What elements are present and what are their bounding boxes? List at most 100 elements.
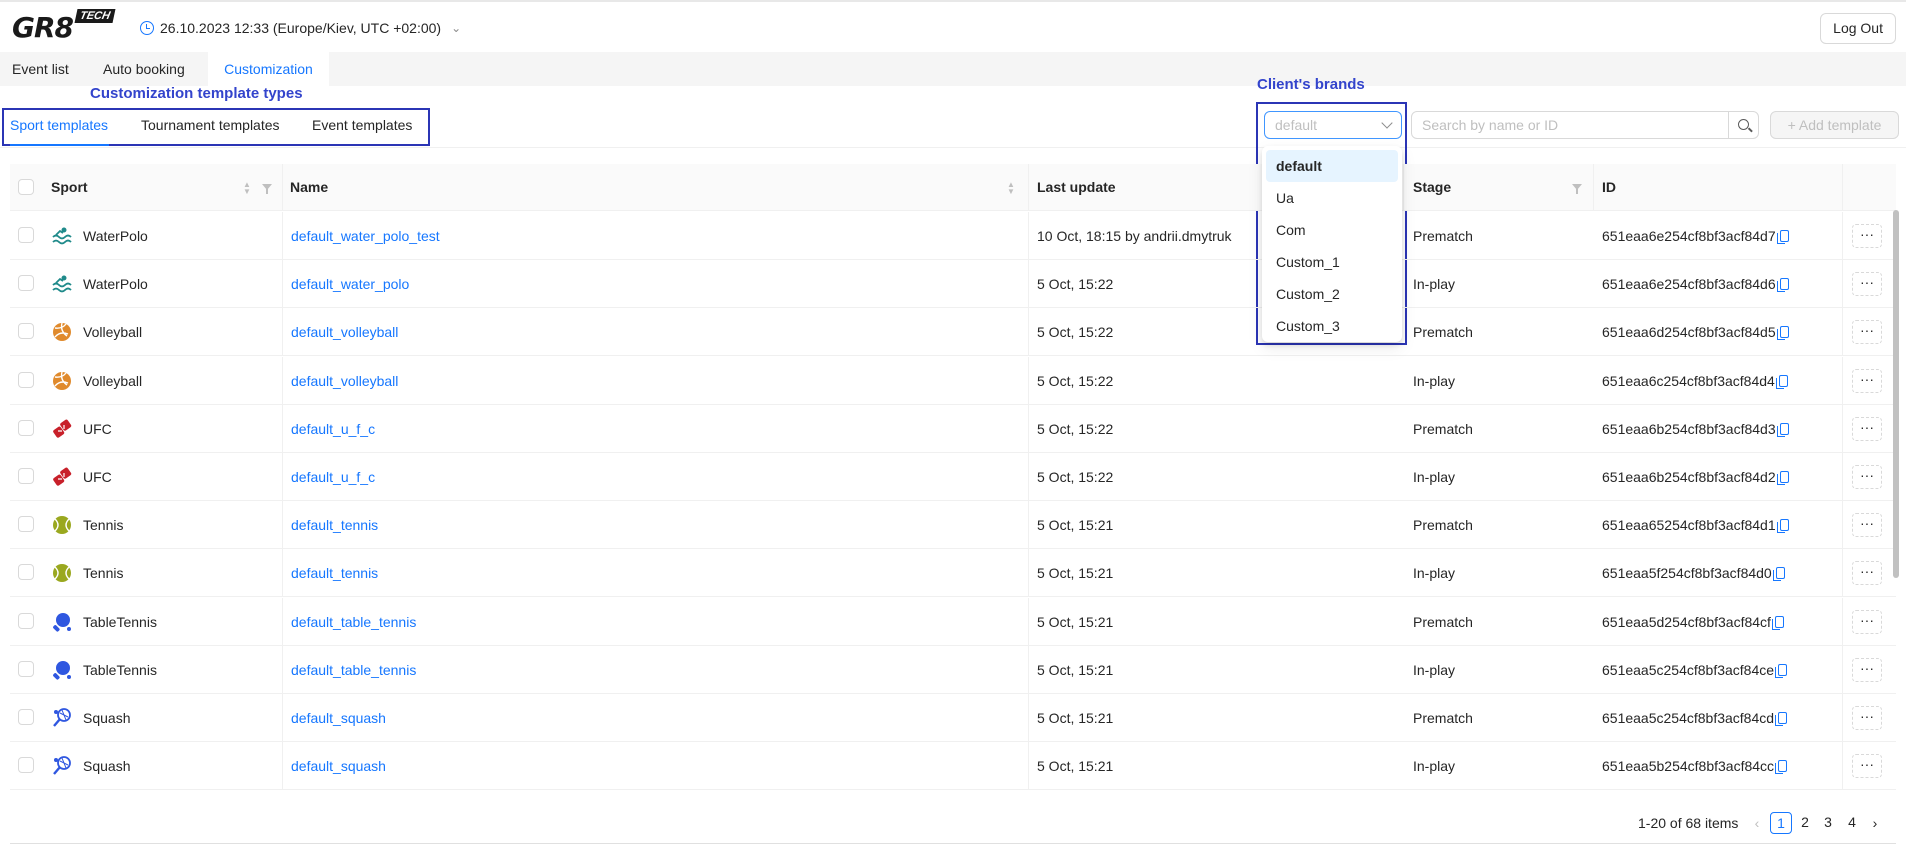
- row-checkbox[interactable]: [18, 757, 34, 774]
- page-1[interactable]: 1: [1770, 812, 1792, 834]
- table-row[interactable]: Volleyball default_volleyball 5 Oct, 15:22…: [10, 308, 1896, 357]
- table-row[interactable]: UFC default_u_f_c 5 Oct, 15:22 Prematch 651e…: [10, 404, 1896, 453]
- page-4[interactable]: 4: [1841, 812, 1863, 834]
- template-name-link[interactable]: default_tennis: [291, 501, 378, 549]
- id-text: 651eaa6c254cf8bf3acf84d4: [1602, 372, 1775, 389]
- brand-select[interactable]: default: [1264, 111, 1402, 139]
- column-separator: [282, 694, 283, 742]
- row-actions-button[interactable]: ···: [1852, 609, 1882, 634]
- template-name-link[interactable]: default_squash: [291, 742, 386, 790]
- table-row[interactable]: WaterPolo default_water_polo_test 10 Oct, …: [10, 212, 1896, 260]
- copy-icon[interactable]: [1776, 278, 1789, 293]
- copy-icon[interactable]: [1776, 326, 1789, 341]
- table-row[interactable]: UFC default_u_f_c 5 Oct, 15:22 In-play 651ea…: [10, 453, 1896, 501]
- table-row[interactable]: WaterPolo default_water_polo 5 Oct, 15:22 I…: [10, 260, 1896, 309]
- column-header-sport[interactable]: Sport: [51, 164, 88, 211]
- row-checkbox[interactable]: [18, 227, 34, 243]
- copy-icon[interactable]: [1772, 567, 1785, 582]
- template-name-link[interactable]: default_squash: [291, 694, 386, 742]
- table-row[interactable]: Squash default_squash 5 Oct, 15:21 Prematch…: [10, 694, 1896, 742]
- id-text: 651eaa65254cf8bf3acf84d1: [1602, 517, 1776, 534]
- sort-icon[interactable]: ▲ ▼: [243, 181, 251, 196]
- tab-customization[interactable]: Customization: [208, 52, 329, 86]
- copy-icon[interactable]: [1775, 760, 1788, 775]
- brand-option-com[interactable]: Com: [1266, 214, 1398, 246]
- column-header-name[interactable]: Name: [290, 164, 328, 211]
- template-name-link[interactable]: default_u_f_c: [291, 405, 375, 453]
- column-header-stage[interactable]: Stage: [1413, 164, 1451, 211]
- copy-icon[interactable]: [1775, 663, 1788, 678]
- row-checkbox[interactable]: [18, 564, 34, 581]
- page-2[interactable]: 2: [1794, 812, 1816, 834]
- brand-option-ua[interactable]: Ua: [1266, 182, 1398, 214]
- copy-icon[interactable]: [1776, 519, 1789, 534]
- row-actions-button[interactable]: ···: [1852, 706, 1882, 730]
- row-actions-button[interactable]: ···: [1852, 416, 1882, 441]
- row-checkbox[interactable]: [18, 709, 34, 725]
- template-name-link[interactable]: default_tennis: [291, 549, 378, 597]
- tab-auto-booking[interactable]: Auto booking: [91, 52, 197, 86]
- timezone-selector[interactable]: 26.10.2023 12:33 (Europe/Kiev, UTC +02:0…: [140, 20, 461, 36]
- template-name-link[interactable]: default_table_tennis: [291, 646, 416, 694]
- copy-icon[interactable]: [1775, 374, 1788, 389]
- row-actions-button[interactable]: ···: [1852, 368, 1882, 393]
- copy-icon[interactable]: [1771, 615, 1784, 630]
- filter-icon[interactable]: [262, 184, 272, 194]
- table-row[interactable]: TableTennis default_table_tennis 5 Oct, 15…: [10, 645, 1896, 694]
- template-name-link[interactable]: default_volleyball: [291, 357, 398, 405]
- row-checkbox[interactable]: [18, 371, 34, 388]
- tab-sport-templates[interactable]: Sport templates: [10, 117, 108, 133]
- row-actions-button[interactable]: ···: [1852, 513, 1882, 538]
- tab-tournament-templates[interactable]: Tournament templates: [141, 117, 280, 133]
- row-actions-button[interactable]: ···: [1852, 320, 1882, 345]
- brand-option-default[interactable]: default: [1266, 150, 1398, 182]
- filter-icon[interactable]: [1572, 184, 1582, 194]
- row-checkbox[interactable]: [18, 468, 34, 484]
- copy-icon[interactable]: [1776, 422, 1789, 437]
- row-checkbox[interactable]: [18, 275, 34, 292]
- row-actions-button[interactable]: ···: [1852, 224, 1882, 248]
- brand-option-custom-2[interactable]: Custom_2: [1266, 278, 1398, 310]
- add-template-button[interactable]: + Add template: [1770, 111, 1899, 139]
- sort-icon[interactable]: ▲ ▼: [1007, 181, 1015, 196]
- pagination-prev-icon[interactable]: ‹: [1747, 812, 1767, 834]
- row-actions-button[interactable]: ···: [1852, 754, 1882, 779]
- table-row[interactable]: TableTennis default_table_tennis 5 Oct, 15…: [10, 597, 1896, 646]
- template-name-link[interactable]: default_water_polo: [291, 260, 409, 308]
- logout-button[interactable]: Log Out: [1820, 13, 1896, 44]
- table-row[interactable]: Squash default_squash 5 Oct, 15:21 In-play 6…: [10, 742, 1896, 791]
- template-name-link[interactable]: default_u_f_c: [291, 453, 375, 501]
- page-3[interactable]: 3: [1817, 812, 1839, 834]
- row-actions-button[interactable]: ···: [1852, 561, 1882, 586]
- row-actions-button[interactable]: ···: [1852, 272, 1882, 297]
- column-separator: [1028, 549, 1029, 598]
- vertical-scrollbar[interactable]: [1893, 210, 1899, 578]
- table-row[interactable]: Tennis default_tennis 5 Oct, 15:21 In-play 6…: [10, 549, 1896, 598]
- tab-event-list[interactable]: Event list: [0, 52, 81, 86]
- copy-icon[interactable]: [1776, 471, 1789, 485]
- tab-event-templates[interactable]: Event templates: [312, 117, 412, 133]
- table-row[interactable]: Volleyball default_volleyball 5 Oct, 15:22…: [10, 356, 1896, 405]
- row-checkbox[interactable]: [18, 323, 34, 340]
- column-header-id[interactable]: ID: [1602, 164, 1616, 211]
- search-input[interactable]: [1411, 111, 1729, 139]
- row-checkbox[interactable]: [18, 612, 34, 629]
- row-checkbox[interactable]: [18, 516, 34, 533]
- pagination-next-icon[interactable]: ›: [1865, 812, 1885, 834]
- row-actions-button[interactable]: ···: [1852, 657, 1882, 682]
- select-all-checkbox[interactable]: [18, 179, 34, 195]
- copy-icon[interactable]: [1776, 230, 1789, 244]
- table-row[interactable]: Tennis default_tennis 5 Oct, 15:21 Prematch…: [10, 501, 1896, 550]
- pagination-summary: 1-20 of 68 items: [1638, 815, 1739, 831]
- template-name-link[interactable]: default_water_polo_test: [291, 212, 440, 260]
- copy-icon[interactable]: [1775, 712, 1788, 726]
- column-header-last-update[interactable]: Last update: [1037, 164, 1116, 211]
- brand-option-custom-1[interactable]: Custom_1: [1266, 246, 1398, 278]
- template-name-link[interactable]: default_volleyball: [291, 308, 398, 356]
- template-name-link[interactable]: default_table_tennis: [291, 598, 416, 646]
- row-actions-button[interactable]: ···: [1852, 465, 1882, 489]
- brand-option-custom-3[interactable]: Custom_3: [1266, 310, 1398, 342]
- search-button[interactable]: [1728, 111, 1759, 139]
- row-checkbox[interactable]: [18, 419, 34, 436]
- row-checkbox[interactable]: [18, 660, 34, 677]
